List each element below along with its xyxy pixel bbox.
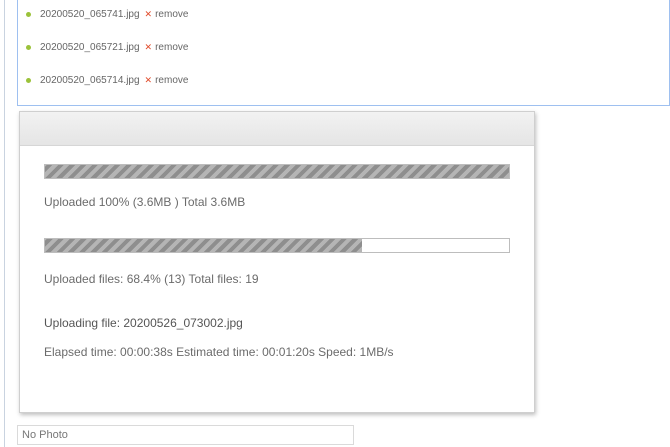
remove-label: remove	[155, 42, 189, 53]
dialog-header	[20, 112, 534, 146]
file-name: 20200520_065741.jpg	[40, 9, 140, 20]
bytes-progress-text: Uploaded 100% (3.6MB ) Total 3.6MB	[44, 195, 246, 209]
bullet-icon	[26, 45, 31, 50]
file-item: 20200520_065721.jpg ✕ remove	[26, 42, 188, 53]
time-speed-text: Elapsed time: 00:00:38s Estimated time: …	[44, 345, 394, 359]
upload-progress-dialog: Uploaded 100% (3.6MB ) Total 3.6MB Uploa…	[19, 111, 535, 413]
file-item: 20200520_065741.jpg ✕ remove	[26, 9, 188, 20]
bullet-icon	[26, 12, 31, 17]
uploaded-file-list: 20200520_065741.jpg ✕ remove 20200520_06…	[17, 0, 670, 106]
remove-icon: ✕	[144, 9, 153, 19]
total-bytes-progress-fill	[45, 165, 509, 178]
total-bytes-progress-bar	[44, 164, 510, 179]
remove-file-link[interactable]: ✕ remove	[145, 42, 189, 53]
bullet-icon	[26, 78, 31, 83]
file-name: 20200520_065721.jpg	[40, 42, 140, 53]
file-name: 20200520_065714.jpg	[40, 75, 140, 86]
remove-label: remove	[155, 9, 189, 20]
files-progress-fill	[45, 239, 363, 252]
remove-label: remove	[155, 75, 189, 86]
remove-file-link[interactable]: ✕ remove	[145, 9, 189, 20]
file-item: 20200520_065714.jpg ✕ remove	[26, 75, 188, 86]
remove-file-link[interactable]: ✕ remove	[145, 75, 189, 86]
files-progress-bar	[44, 238, 510, 253]
remove-icon: ✕	[144, 42, 153, 52]
files-progress-text: Uploaded files: 68.4% (13) Total files: …	[44, 272, 259, 286]
current-file-text: Uploading file: 20200526_073002.jpg	[44, 316, 243, 330]
remove-icon: ✕	[144, 75, 153, 85]
page-edge	[4, 0, 5, 447]
photo-field[interactable]: No Photo	[17, 425, 354, 445]
